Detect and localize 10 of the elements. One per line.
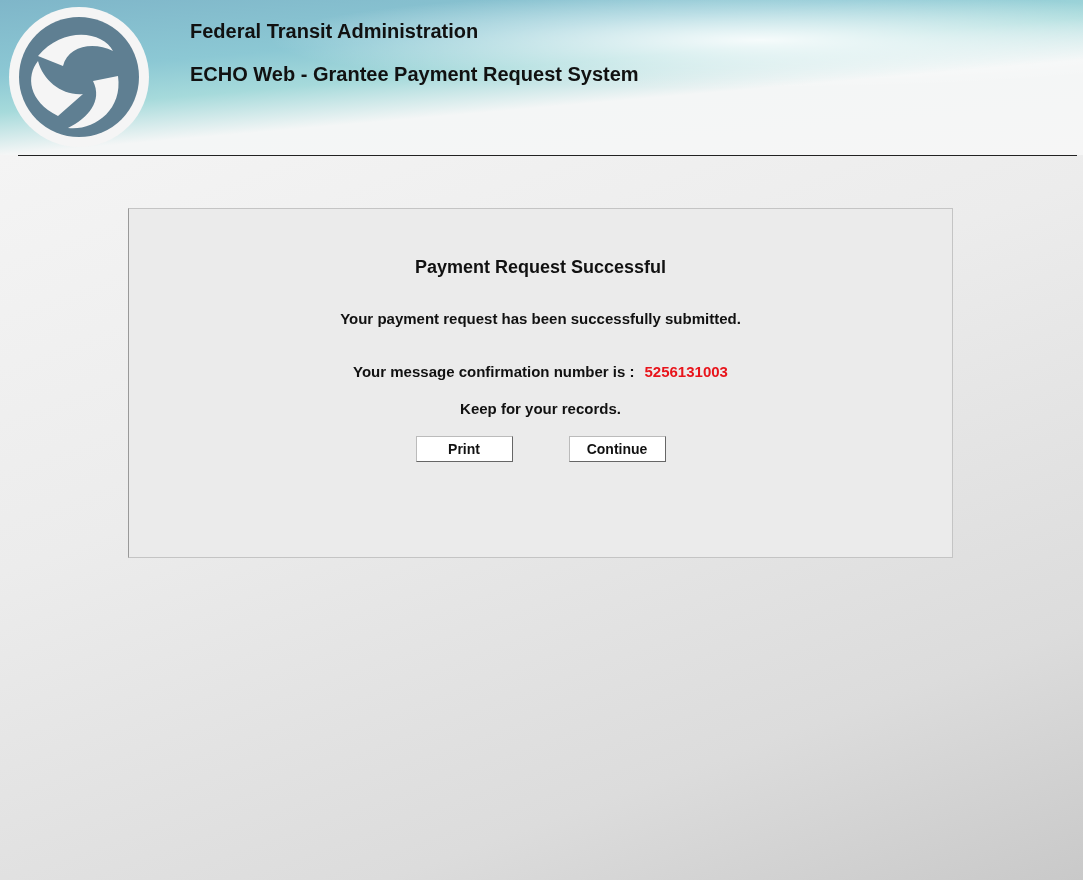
records-note: Keep for your records.: [460, 400, 621, 417]
action-button[interactable]: Print: [415, 436, 513, 462]
confirmation-label: Your message confirmation number is :: [353, 363, 635, 380]
confirmation-number: 5256131003: [644, 363, 728, 380]
agency-title: Federal Transit Administration: [190, 20, 480, 43]
logo-icon: [8, 6, 150, 148]
panel-title: Payment Request Successful: [414, 257, 667, 278]
success-message: Your payment request has been successfully submitted.: [340, 310, 741, 327]
system-title: ECHO Web - Grantee Payment Request System: [190, 63, 639, 86]
action-button[interactable]: Continue: [568, 436, 666, 462]
